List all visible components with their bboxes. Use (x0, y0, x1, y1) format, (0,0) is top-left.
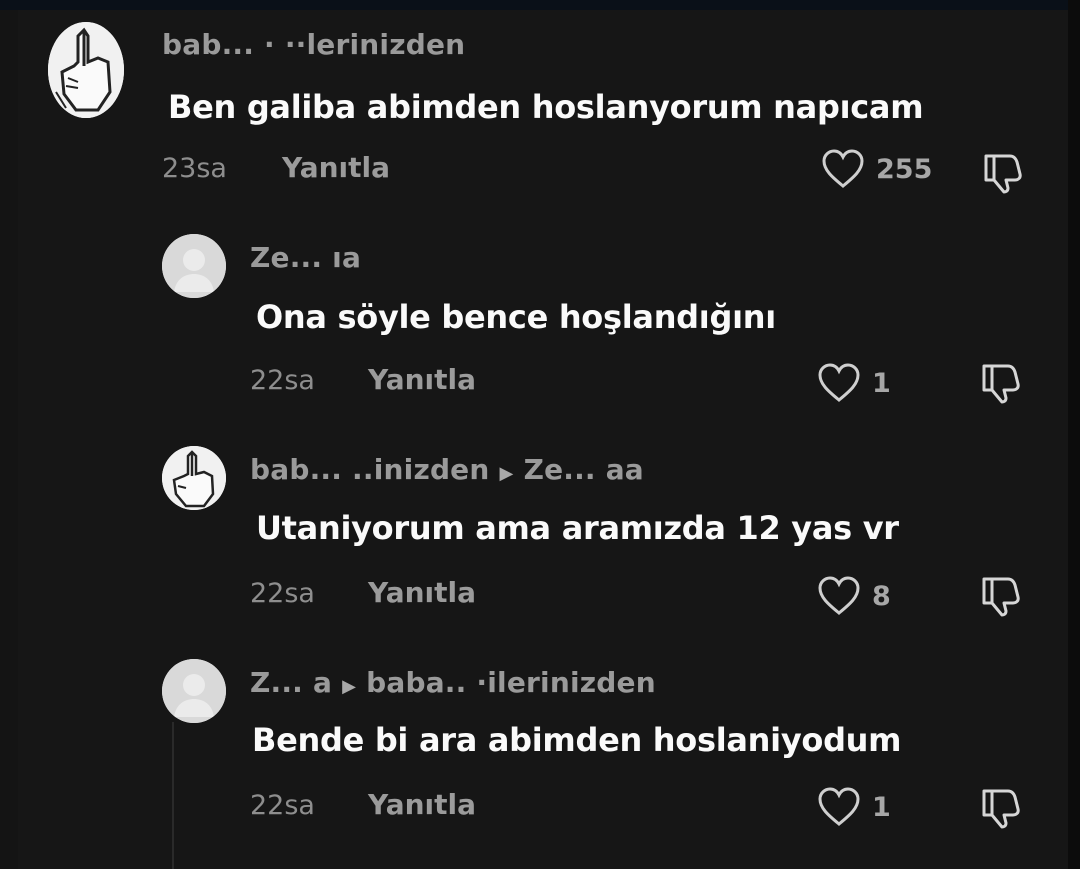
comment-time: 22sa (250, 365, 315, 396)
default-avatar-icon (162, 234, 226, 298)
reply-button[interactable]: Yanıtla (368, 788, 476, 821)
reply-button[interactable]: Yanıtla (368, 363, 476, 396)
dislike-button[interactable] (978, 573, 1022, 621)
avatar[interactable] (162, 234, 226, 298)
comment-text: Ona söyle bence hoşlandığını (256, 298, 776, 336)
thumbs-down-icon (982, 789, 1020, 829)
comment-text: Ben galiba abimden hoslanyorum napıcam (168, 88, 924, 126)
like-count: 255 (876, 153, 933, 185)
comment-time: 23sa (162, 153, 227, 184)
heart-outline-icon (818, 787, 860, 826)
dislike-button[interactable] (978, 785, 1022, 833)
triangle-right-icon: ▶ (499, 463, 514, 484)
avatar[interactable] (162, 446, 226, 510)
comment-text: Bende bi ara abimden hoslaniyodum (252, 721, 902, 759)
hand-gesture-icon (48, 22, 124, 118)
reply-to-username[interactable]: baba.. ·ilerinizden (366, 666, 656, 699)
comment-time: 22sa (250, 578, 315, 609)
comment-username[interactable]: bab... · ··lerinizden (162, 28, 465, 61)
heart-outline-icon (822, 149, 864, 188)
reply-to-username[interactable]: Ze... aa (524, 453, 644, 486)
hand-gesture-icon (162, 446, 226, 510)
right-edge (1068, 0, 1080, 869)
reply-button[interactable]: Yanıtla (368, 576, 476, 609)
thumbs-down-icon (982, 577, 1020, 617)
like-button[interactable]: 255 (820, 148, 932, 190)
avatar[interactable] (162, 659, 226, 723)
comment-username[interactable]: Z... a ▶ baba.. ·ilerinizden (250, 666, 656, 699)
thread-line (172, 722, 174, 869)
comment-username[interactable]: Ze... ıa (250, 241, 361, 274)
like-button[interactable]: 1 (816, 786, 891, 828)
top-bar (0, 0, 1080, 10)
comment-text: Utaniyorum ama aramızda 12 yas vr (256, 509, 899, 547)
like-button[interactable]: 1 (816, 362, 891, 404)
like-button[interactable]: 8 (816, 575, 891, 617)
comment-username[interactable]: bab... ..inizden ▶ Ze... aa (250, 453, 644, 486)
dislike-button[interactable] (980, 150, 1024, 198)
reply-button[interactable]: Yanıtla (282, 151, 390, 184)
triangle-right-icon: ▶ (342, 676, 357, 697)
thumbs-down-icon (982, 364, 1020, 404)
heart-outline-icon (818, 576, 860, 615)
like-count: 8 (872, 580, 891, 612)
default-avatar-icon (162, 659, 226, 723)
like-count: 1 (872, 367, 891, 399)
heart-outline-icon (818, 363, 860, 402)
like-count: 1 (872, 791, 891, 823)
comment-time: 22sa (250, 790, 315, 821)
username-text[interactable]: bab... ..inizden (250, 453, 490, 486)
dislike-button[interactable] (978, 360, 1022, 408)
avatar[interactable] (48, 22, 124, 118)
username-text[interactable]: bab... · ··lerinizden (162, 28, 465, 61)
username-text[interactable]: Z... a (250, 666, 332, 699)
thumbs-down-icon (984, 154, 1022, 194)
